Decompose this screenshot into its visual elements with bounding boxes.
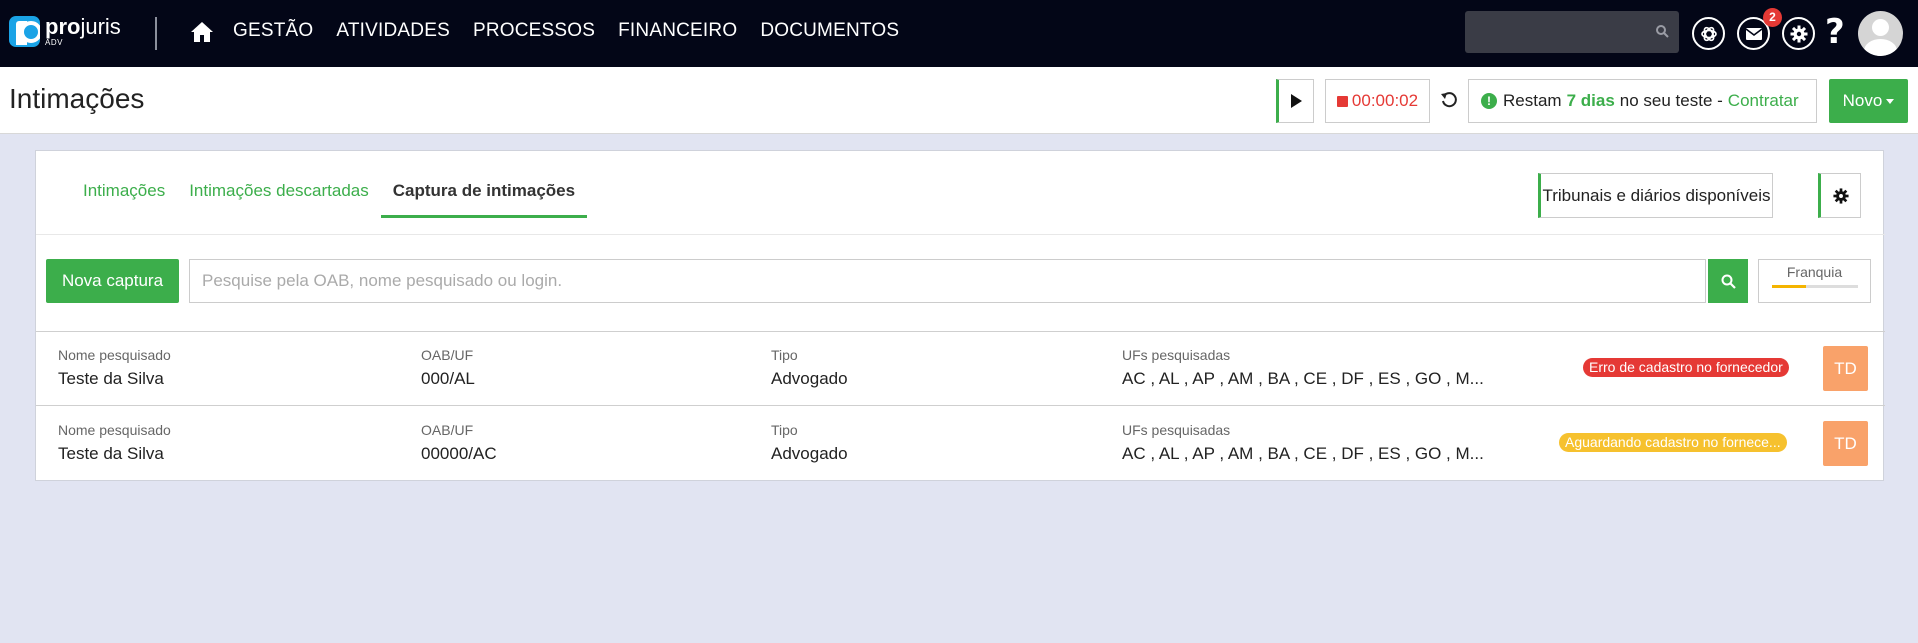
help-icon[interactable]: ? — [1825, 12, 1845, 52]
main-nav: GESTÃO ATIVIDADES PROCESSOS FINANCEIRO D… — [233, 20, 899, 42]
tab-captura-de-intimacoes[interactable]: Captura de intimações — [380, 173, 588, 218]
logo-sub: ADV — [45, 38, 63, 47]
oab-value: 000/AL — [421, 369, 475, 388]
timer-value: 00:00:02 — [1351, 91, 1419, 110]
tab-intimacoes-descartadas[interactable]: Intimações descartadas — [177, 173, 381, 218]
gear-icon — [1832, 187, 1849, 204]
user-initials-avatar[interactable]: TD — [1823, 346, 1868, 391]
nav-documentos[interactable]: DOCUMENTOS — [760, 20, 899, 42]
table-row[interactable]: Nome pesquisado Teste da Silva OAB/UF 000/… — [36, 332, 1885, 406]
play-icon — [1291, 94, 1302, 108]
franquia-label: Franquia — [1786, 264, 1843, 280]
settings-button[interactable] — [1782, 17, 1815, 50]
table-row[interactable]: Nome pesquisado Teste da Silva OAB/UF 0000… — [36, 407, 1885, 481]
franquia-bar — [1772, 285, 1858, 288]
top-navbar: projuris ADV GESTÃO ATIVIDADES PROCESSOS… — [0, 0, 1918, 67]
mail-count-badge: 2 — [1763, 8, 1782, 27]
timer-display[interactable]: 00:00:02 — [1325, 79, 1430, 123]
trial-days: 7 dias — [1566, 91, 1615, 110]
user-initials-avatar[interactable]: TD — [1823, 421, 1868, 466]
ufs-value: AC , AL , AP , AM , BA , CE , DF , ES , … — [1122, 444, 1484, 463]
franquia-bar-fill — [1772, 285, 1807, 288]
reset-timer-icon[interactable] — [1440, 91, 1458, 109]
tribunais-button[interactable]: Tribunais e diários disponíveis — [1538, 173, 1773, 218]
tabs-divider — [36, 234, 1885, 235]
ufs-value: AC , AL , AP , AM , BA , CE , DF , ES , … — [1122, 369, 1484, 388]
col-label-tipo: Tipo — [771, 347, 798, 363]
captura-search-input[interactable]: Pesquise pela OAB, nome pesquisado ou lo… — [189, 259, 1706, 303]
trial-suffix: no seu teste - — [1619, 91, 1723, 110]
status-badge: Erro de cadastro no fornecedor — [1583, 358, 1789, 377]
search-button[interactable] — [1708, 259, 1748, 303]
mail-icon — [1745, 27, 1762, 40]
tabs: Intimações Intimações descartadas Captur… — [71, 173, 588, 218]
nav-processos[interactable]: PROCESSOS — [473, 20, 595, 42]
tipo-value: Advogado — [771, 444, 848, 463]
novo-dropdown-button[interactable]: Novo — [1829, 79, 1908, 123]
gear-icon — [1790, 25, 1807, 42]
col-label-ufs: UFs pesquisadas — [1122, 422, 1231, 438]
nav-atividades[interactable]: ATIVIDADES — [336, 20, 450, 42]
captura-settings-button[interactable] — [1818, 173, 1861, 218]
nav-financeiro[interactable]: FINANCEIRO — [618, 20, 737, 42]
logo-brand-rest: juris — [80, 14, 121, 39]
logo-brand-bold: pro — [45, 14, 81, 39]
user-avatar[interactable] — [1858, 11, 1903, 56]
col-label-oab: OAB/UF — [421, 347, 474, 363]
stop-icon — [1336, 95, 1348, 107]
franquia-indicator[interactable]: Franquia — [1758, 259, 1871, 303]
tipo-value: Advogado — [771, 369, 848, 388]
status-badge: Aguardando cadastro no fornece... — [1559, 433, 1787, 452]
col-label-nome: Nome pesquisado — [58, 347, 171, 363]
search-icon — [1656, 25, 1669, 38]
openai-icon — [1700, 26, 1717, 41]
tab-intimacoes[interactable]: Intimações — [71, 173, 177, 218]
home-icon[interactable] — [190, 20, 214, 44]
global-search-input[interactable] — [1465, 11, 1679, 53]
novo-label: Novo — [1842, 91, 1883, 110]
projuris-logo-icon — [9, 16, 40, 47]
col-label-oab: OAB/UF — [421, 422, 474, 438]
info-icon: ! — [1481, 93, 1497, 109]
col-label-tipo: Tipo — [771, 422, 798, 438]
oab-value: 00000/AC — [421, 444, 497, 463]
nova-captura-button[interactable]: Nova captura — [46, 259, 179, 303]
contratar-link[interactable]: Contratar — [1728, 91, 1799, 111]
col-label-nome: Nome pesquisado — [58, 422, 171, 438]
timer-play-button[interactable] — [1276, 79, 1314, 123]
col-label-ufs: UFs pesquisadas — [1122, 347, 1231, 363]
page-title: Intimações — [9, 83, 145, 114]
intimacoes-panel: Intimações Intimações descartadas Captur… — [35, 150, 1885, 481]
logo-divider — [155, 17, 157, 50]
trial-notice: ! Restam 7 dias no seu teste - Contratar — [1468, 79, 1817, 123]
nome-value: Teste da Silva — [58, 369, 164, 388]
caret-down-icon — [1886, 98, 1895, 104]
ai-assistant-icon[interactable] — [1692, 17, 1725, 50]
trial-prefix: Restam — [1503, 91, 1562, 110]
search-icon — [1721, 274, 1736, 289]
nome-value: Teste da Silva — [58, 444, 164, 463]
projuris-logo[interactable]: projuris ADV — [9, 16, 121, 47]
nav-gestao[interactable]: GESTÃO — [233, 20, 313, 42]
page-header: Intimações 00:00:02 ! Restam 7 dias no s… — [0, 67, 1918, 134]
